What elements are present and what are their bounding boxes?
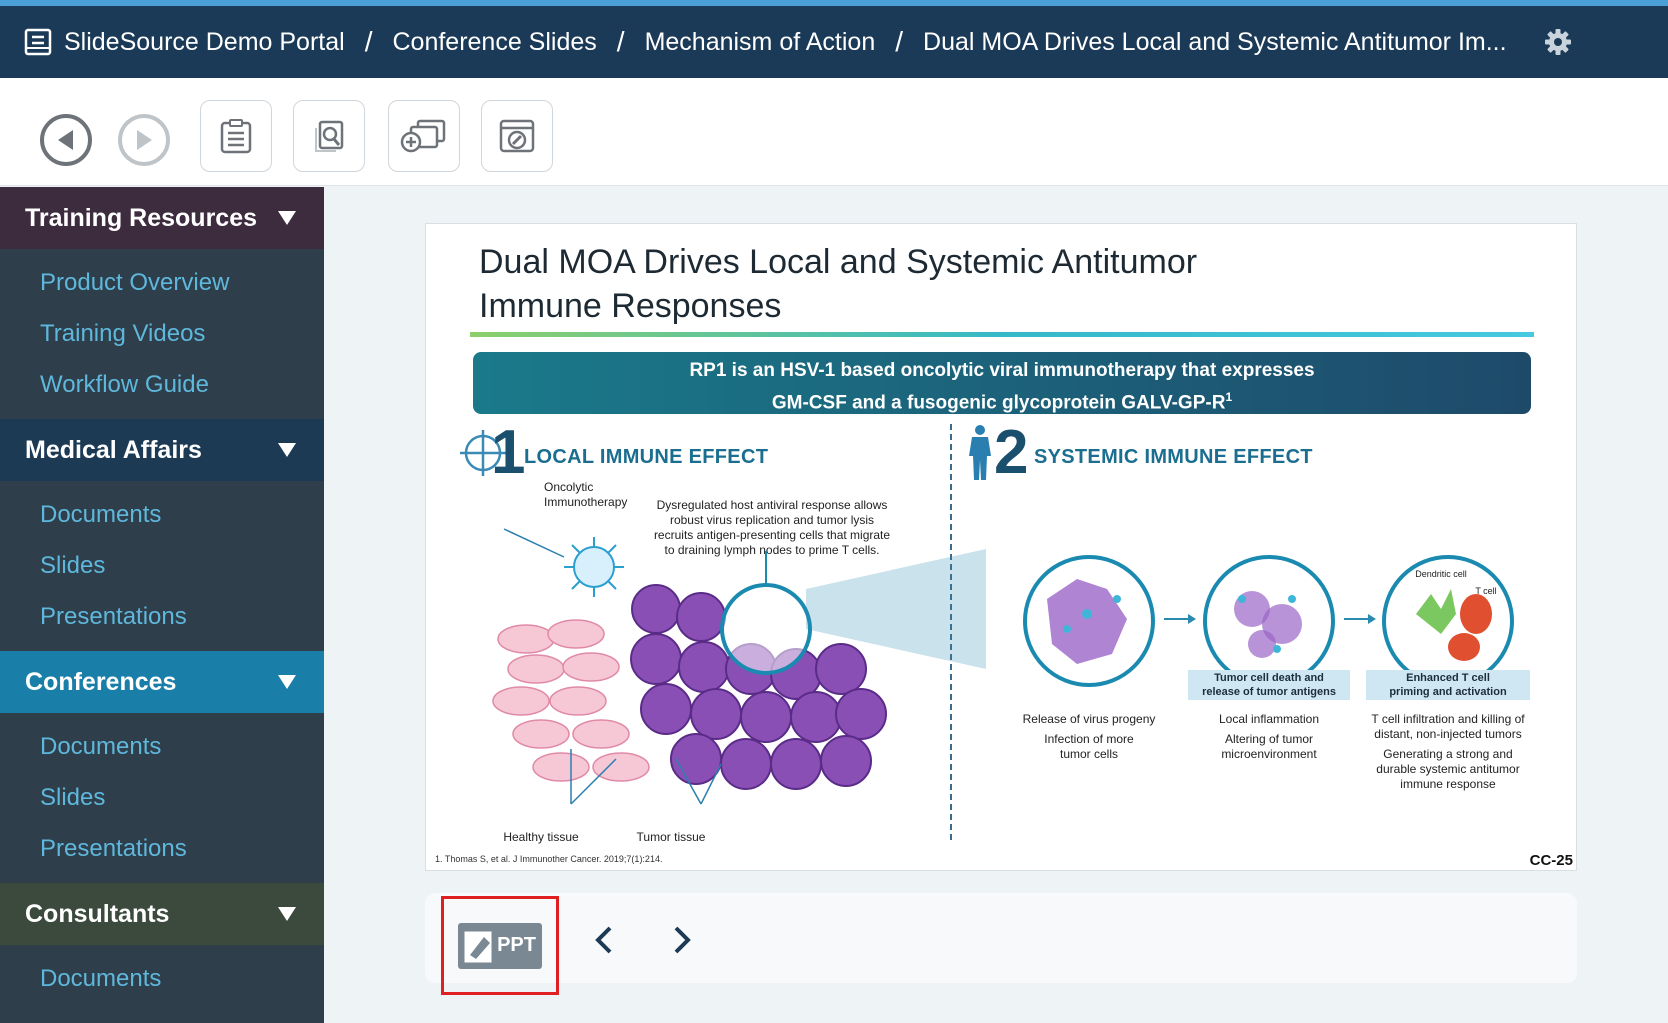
ppt-file-icon: PPT (458, 922, 542, 969)
sidebar-item-medical-documents[interactable]: Documents (0, 489, 324, 540)
slide-banner: RP1 is an HSV-1 based oncolytic viral im… (473, 352, 1531, 414)
oncolytic-label: Oncolytic Immunotherapy (544, 480, 628, 509)
breadcrumb-separator: / (616, 26, 625, 57)
caret-down-icon (278, 675, 296, 689)
arrow-right-icon (1164, 614, 1196, 624)
slide-title: Dual MOA Drives Local and Systemic Antit… (479, 243, 1198, 325)
caret-down-icon (278, 211, 296, 225)
previous-slide-button[interactable] (40, 114, 92, 166)
previous-slide-arrow-button[interactable] (586, 920, 622, 960)
next-slide-arrow-button[interactable] (664, 920, 700, 960)
slide-footnote: 1. Thomas S, et al. J Immunother Cancer.… (435, 854, 663, 864)
add-to-presentation-button[interactable] (388, 100, 460, 172)
caret-down-icon (278, 443, 296, 457)
breadcrumb-mechanism-of-action[interactable]: Mechanism of Action (645, 28, 876, 57)
tumor-tissue-label: Tumor tissue (636, 830, 706, 844)
sidebar-section-title: Conferences (25, 667, 177, 696)
tumor-antigen-band: Tumor cell death and release of tumor an… (1188, 670, 1350, 700)
breadcrumb-separator: / (364, 26, 373, 57)
portal-logo-icon[interactable] (24, 28, 52, 56)
slide-toolbar (0, 78, 1668, 186)
caret-down-icon (278, 907, 296, 921)
edit-slide-button[interactable] (481, 100, 553, 172)
sidebar-section-medical-affairs[interactable]: Medical Affairs (0, 419, 324, 481)
play-right-icon (137, 130, 152, 150)
document-search-icon (315, 120, 344, 152)
play-left-icon (58, 130, 73, 150)
arrow-right-icon (1344, 614, 1376, 624)
local-effect-number: 1 (491, 418, 526, 487)
sidebar-section-consultants[interactable]: Consultants (0, 883, 324, 945)
notes-button[interactable] (200, 100, 272, 172)
breadcrumb-conference-slides[interactable]: Conference Slides (392, 28, 596, 57)
human-figure-icon (969, 425, 991, 480)
clipboard-list-icon (220, 119, 252, 154)
virus-progeny-text: Release of virus progeny Infection of mo… (1022, 712, 1156, 761)
local-inflammation-text: Local inflammation Altering of tumor mic… (1218, 712, 1320, 761)
slide-preview: Dual MOA Drives Local and Systemic Antit… (425, 223, 1577, 871)
healthy-tissue-label: Healthy tissue (503, 830, 579, 844)
sidebar-section-training-resources[interactable]: Training Resources (0, 187, 324, 249)
next-slide-button[interactable] (118, 114, 170, 166)
search-slides-button[interactable] (293, 100, 365, 172)
add-slides-icon (400, 119, 446, 153)
magnification-beam (806, 549, 986, 669)
sidebar-item-consultant-documents[interactable]: Documents (0, 953, 324, 1004)
systemic-effect-number: 2 (994, 418, 1029, 487)
chevron-right-icon (674, 926, 691, 954)
breadcrumb-portal[interactable]: SlideSource Demo Portal (64, 28, 345, 57)
tumor-death-circle (1203, 555, 1335, 687)
tcell-label: T cell (1475, 586, 1497, 596)
local-effect-heading: LOCAL IMMUNE EFFECT (524, 446, 769, 468)
tcell-infiltration-text: T cell infiltration and killing of dista… (1371, 712, 1525, 791)
top-navigation-bar: SlideSource Demo Portal / Conference Sli… (0, 0, 1668, 78)
sidebar-navigation: Training Resources Product Overview Trai… (0, 187, 324, 1023)
sidebar-section-title: Consultants (25, 899, 170, 928)
slide-edit-icon (499, 119, 535, 153)
settings-gear-icon[interactable] (1544, 28, 1572, 56)
virus-release-circle (1023, 555, 1155, 687)
sidebar-item-medical-presentations[interactable]: Presentations (0, 591, 324, 642)
breadcrumb-current-slide: Dual MOA Drives Local and Systemic Antit… (923, 27, 1507, 56)
pencil-edit-icon (463, 930, 493, 963)
dendritic-cell-label: Dendritic cell (1415, 569, 1467, 579)
download-ppt-button[interactable]: PPT (441, 896, 559, 995)
ppt-label: PPT (497, 934, 536, 956)
breadcrumb-separator: / (895, 26, 904, 57)
sidebar-item-conference-presentations[interactable]: Presentations (0, 823, 324, 874)
sidebar-item-conference-documents[interactable]: Documents (0, 721, 324, 772)
slide-code: CC-25 (1529, 852, 1573, 869)
sidebar-item-product-overview[interactable]: Product Overview (0, 257, 324, 308)
systemic-effect-heading: SYSTEMIC IMMUNE EFFECT (1034, 446, 1313, 468)
sidebar-section-conferences[interactable]: Conferences (0, 651, 324, 713)
sidebar-section-title: Medical Affairs (25, 435, 202, 464)
sidebar-item-workflow-guide[interactable]: Workflow Guide (0, 359, 324, 410)
chevron-left-icon (595, 926, 612, 954)
sidebar-item-training-videos[interactable]: Training Videos (0, 308, 324, 359)
tcell-activation-band: Enhanced T cell priming and activation (1366, 670, 1530, 700)
sidebar-section-title: Training Resources (25, 203, 258, 232)
sidebar-item-conference-slides[interactable]: Slides (0, 772, 324, 823)
title-rule (470, 332, 1534, 337)
sidebar-item-medical-slides[interactable]: Slides (0, 540, 324, 591)
